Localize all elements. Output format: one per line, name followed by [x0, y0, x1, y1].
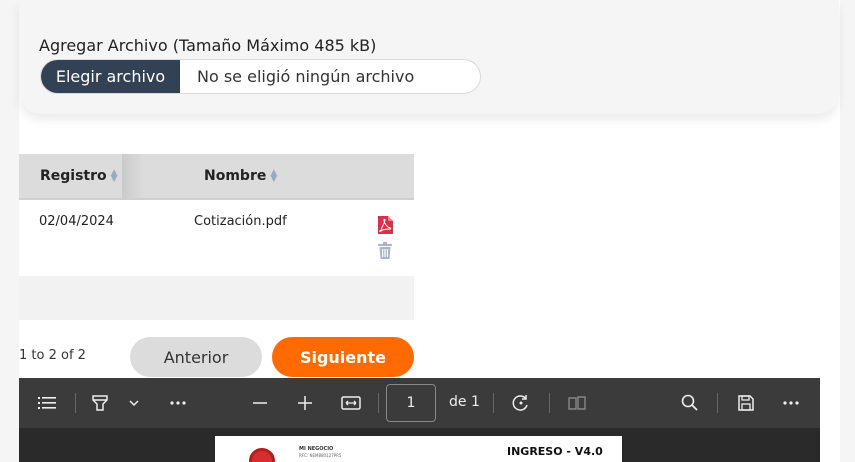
more-options-icon[interactable] — [166, 391, 190, 415]
zoom-in-icon[interactable] — [293, 391, 317, 415]
pdf-file-icon[interactable] — [377, 216, 393, 234]
pdf-viewer: 1 de 1 MI NEGOCIO RFC: NEM880127PR5 INGR… — [19, 378, 820, 462]
zoom-out-icon[interactable] — [248, 391, 272, 415]
doc-company-rfc: RFC: NEM880127PR5 — [299, 453, 342, 458]
pdf-toolbar: 1 de 1 — [19, 378, 820, 428]
choose-file-button[interactable]: Elegir archivo — [41, 60, 180, 93]
column-label-nombre: Nombre — [204, 168, 267, 184]
doc-title: INGRESO - V4.0 — [507, 445, 603, 458]
pagination-summary: 1 to 2 of 2 — [19, 348, 86, 363]
list-icon[interactable] — [35, 391, 59, 415]
upload-card: Agregar Archivo (Tamaño Máximo 485 kB) E… — [19, 0, 839, 114]
upload-label: Agregar Archivo (Tamaño Máximo 485 kB) — [39, 36, 377, 55]
table-header: Registro ▲ ▼ Nombre ▲ ▼ — [19, 154, 414, 200]
two-page-view-icon[interactable] — [565, 391, 589, 415]
cell-registro: 02/04/2024 — [39, 214, 114, 229]
save-icon[interactable] — [734, 391, 758, 415]
column-divider — [122, 154, 144, 198]
toolbar-separator — [75, 393, 76, 413]
cell-nombre: Cotización.pdf — [194, 214, 287, 229]
highlighter-icon[interactable] — [88, 391, 112, 415]
files-table: Registro ▲ ▼ Nombre ▲ ▼ 02/04/2024 Cotizac… — [19, 154, 414, 320]
doc-company-name: MI NEGOCIO — [299, 446, 334, 452]
previous-button[interactable]: Anterior — [130, 337, 262, 377]
toolbar-separator — [493, 393, 494, 413]
table-row-empty — [19, 276, 414, 320]
more-options-icon[interactable] — [779, 391, 803, 415]
toolbar-separator — [717, 393, 718, 413]
toolbar-separator — [549, 393, 550, 413]
next-button[interactable]: Siguiente — [272, 337, 414, 377]
rotate-icon[interactable] — [509, 391, 533, 415]
column-header-registro[interactable]: Registro ▲ ▼ — [40, 168, 118, 184]
chevron-down-icon[interactable] — [122, 391, 146, 415]
column-label-registro: Registro — [40, 168, 107, 184]
page-number-input[interactable]: 1 — [386, 384, 436, 422]
sort-icon: ▲ ▼ — [270, 168, 278, 184]
file-input[interactable]: Elegir archivo No se eligió ningún archi… — [40, 59, 481, 94]
toolbar-separator — [378, 393, 379, 413]
fit-width-icon[interactable] — [339, 391, 363, 415]
column-header-nombre[interactable]: Nombre ▲ ▼ — [204, 168, 277, 184]
pdf-page: MI NEGOCIO RFC: NEM880127PR5 INGRESO - V… — [215, 436, 622, 462]
trash-icon[interactable] — [378, 242, 392, 259]
page-count: de 1 — [449, 394, 480, 410]
sort-icon: ▲ ▼ — [110, 168, 118, 184]
company-logo — [249, 448, 275, 462]
file-status-text: No se eligió ningún archivo — [197, 67, 415, 86]
table-row: 02/04/2024 Cotización.pdf — [19, 200, 414, 276]
search-icon[interactable] — [678, 391, 702, 415]
